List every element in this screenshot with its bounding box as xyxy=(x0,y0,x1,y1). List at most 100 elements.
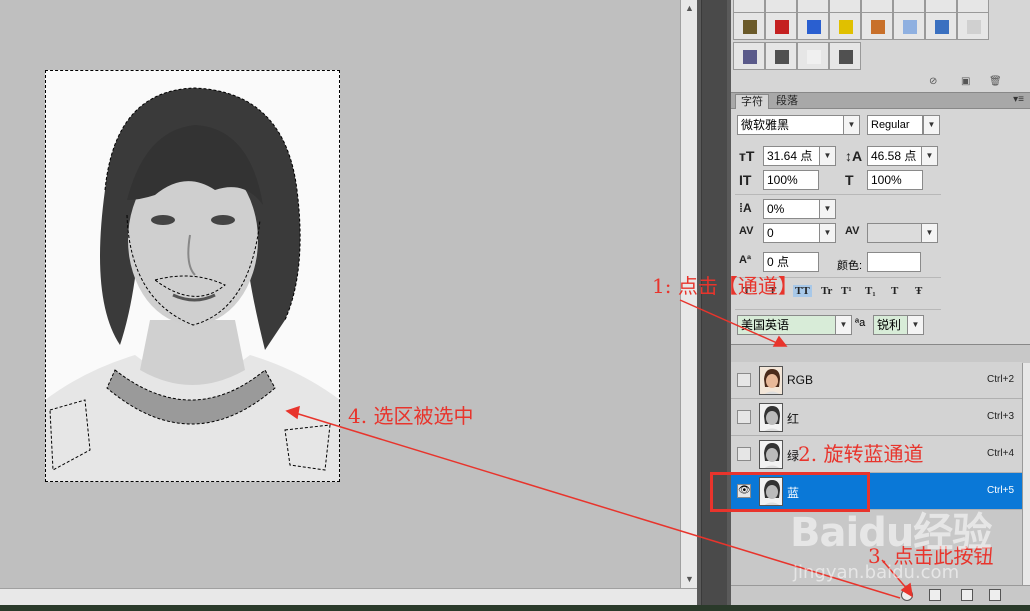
chevron-down-icon[interactable]: ▼ xyxy=(923,115,940,135)
channel-row[interactable]: 红 Ctrl+3 xyxy=(731,399,1022,436)
style-swatch[interactable] xyxy=(797,42,829,70)
font-size-field[interactable]: 31.64 点 xyxy=(763,146,821,166)
chevron-down-icon[interactable]: ▼ xyxy=(819,223,836,243)
right-panel-dock: ⊘ ▣ 🗑 字符 段落 ▾≡ 微软雅黑 ▼ Regular ▼ ᴛT 31.64… xyxy=(731,0,1030,605)
styles-panel: ⊘ ▣ 🗑 xyxy=(731,0,1030,90)
leading-field[interactable]: 46.58 点 xyxy=(867,146,923,166)
font-family-field[interactable]: 微软雅黑 xyxy=(737,115,849,135)
style-swatch-color xyxy=(967,20,981,34)
panel-dock-strip xyxy=(697,0,731,605)
tracking-field[interactable] xyxy=(867,223,923,243)
status-strip xyxy=(0,605,1030,611)
visibility-toggle[interactable] xyxy=(737,373,751,387)
style-swatch[interactable] xyxy=(893,12,925,40)
new-style-icon[interactable]: ▣ xyxy=(961,76,970,90)
delete-channel-button[interactable] xyxy=(989,589,1001,601)
horizontal-scrollbar[interactable] xyxy=(0,588,697,605)
divider xyxy=(735,277,941,278)
style-swatch[interactable] xyxy=(733,42,765,70)
delete-style-icon[interactable]: ⊘ xyxy=(929,76,937,90)
faux-bold-button[interactable]: T xyxy=(743,285,750,297)
color-label: 颜色: xyxy=(837,260,863,272)
language-field[interactable]: 美国英语 xyxy=(737,315,841,335)
style-swatch-color xyxy=(807,50,821,64)
load-channel-as-selection-button[interactable] xyxy=(901,589,913,601)
small-caps-button[interactable]: Tr xyxy=(821,285,832,297)
document-image[interactable] xyxy=(45,70,340,482)
channel-row[interactable]: 👁 蓝 Ctrl+5 xyxy=(731,473,1022,510)
horizontal-scale-field[interactable]: 100% xyxy=(867,170,923,190)
leading-icon: ↕A xyxy=(845,148,863,164)
chevron-down-icon[interactable]: ▼ xyxy=(843,115,860,135)
scroll-down-icon[interactable]: ▼ xyxy=(681,571,698,588)
channel-name: 蓝 xyxy=(787,486,800,500)
style-swatch[interactable] xyxy=(925,12,957,40)
style-swatch-color xyxy=(935,20,949,34)
chevron-down-icon[interactable]: ▼ xyxy=(921,146,938,166)
superscript-button[interactable]: T¹ xyxy=(841,285,852,297)
scroll-up-icon[interactable]: ▲ xyxy=(681,0,698,17)
vertical-scale-icon: IT xyxy=(739,172,752,188)
trash-icon[interactable]: 🗑 xyxy=(989,76,1002,90)
channel-name: 红 xyxy=(787,412,800,426)
font-size-icon: ᴛT xyxy=(739,148,755,164)
underline-button[interactable]: T xyxy=(891,285,898,297)
tab-character[interactable]: 字符 xyxy=(735,94,769,109)
chevron-down-icon[interactable]: ▼ xyxy=(921,223,938,243)
channel-name: RGB xyxy=(787,373,814,387)
style-swatch[interactable] xyxy=(797,12,829,40)
channel-row[interactable]: 绿 Ctrl+4 xyxy=(731,436,1022,473)
panel-menu-icon[interactable]: ▾≡ xyxy=(1013,94,1024,105)
character-tabbar: 字符 段落 ▾≡ xyxy=(731,92,1030,109)
kerning-field[interactable]: 0 xyxy=(763,223,821,243)
visibility-toggle[interactable] xyxy=(737,410,751,424)
style-swatch-color xyxy=(743,50,757,64)
channel-row[interactable]: RGB Ctrl+2 xyxy=(731,362,1022,399)
tsume-icon: ⁞A xyxy=(739,201,752,215)
style-swatch-color xyxy=(807,20,821,34)
chevron-down-icon[interactable]: ▼ xyxy=(835,315,852,335)
all-caps-button[interactable]: TT xyxy=(793,285,812,297)
strikethrough-button[interactable]: Ŧ xyxy=(915,285,922,297)
tsume-field[interactable]: 0% xyxy=(763,199,821,219)
chevron-down-icon[interactable]: ▼ xyxy=(819,146,836,166)
faux-italic-button[interactable]: T xyxy=(769,285,776,297)
style-swatch[interactable] xyxy=(829,12,861,40)
style-swatch[interactable] xyxy=(733,12,765,40)
style-swatch[interactable] xyxy=(829,42,861,70)
tab-paragraph[interactable]: 段落 xyxy=(771,94,803,109)
font-style-field[interactable]: Regular xyxy=(867,115,923,135)
divider xyxy=(735,194,941,195)
vertical-scale-field[interactable]: 100% xyxy=(763,170,819,190)
new-channel-button[interactable] xyxy=(961,589,973,601)
vertical-scrollbar[interactable]: ▲ ▼ xyxy=(680,0,697,588)
horizontal-scale-icon: T xyxy=(845,172,854,188)
channels-footer xyxy=(731,585,1030,605)
style-swatch[interactable] xyxy=(765,12,797,40)
style-swatch-color xyxy=(839,50,853,64)
baseline-shift-field[interactable]: 0 点 xyxy=(763,252,819,272)
divider xyxy=(735,309,941,310)
style-swatch-color xyxy=(775,50,789,64)
kerning-icon: AV xyxy=(739,225,754,237)
style-swatch[interactable] xyxy=(957,12,989,40)
antialias-field[interactable]: 锐利 xyxy=(873,315,911,335)
canvas-area[interactable] xyxy=(0,0,680,588)
subscript-button[interactable]: T₁ xyxy=(865,285,876,297)
visibility-toggle[interactable] xyxy=(737,447,751,461)
channel-shortcut: Ctrl+2 xyxy=(987,374,1014,385)
style-swatch-color xyxy=(839,20,853,34)
portrait-photo xyxy=(45,70,340,482)
save-selection-as-channel-button[interactable] xyxy=(929,589,941,601)
chevron-down-icon[interactable]: ▼ xyxy=(819,199,836,219)
style-swatch-color xyxy=(903,20,917,34)
channels-scrollbar[interactable] xyxy=(1022,363,1030,585)
channel-shortcut: Ctrl+5 xyxy=(987,485,1014,496)
style-swatch-color xyxy=(871,20,885,34)
style-swatch[interactable] xyxy=(765,42,797,70)
chevron-down-icon[interactable]: ▼ xyxy=(907,315,924,335)
color-swatch[interactable] xyxy=(867,252,921,272)
eye-icon[interactable]: 👁 xyxy=(737,484,751,498)
style-swatch-color xyxy=(743,20,757,34)
style-swatch[interactable] xyxy=(861,12,893,40)
